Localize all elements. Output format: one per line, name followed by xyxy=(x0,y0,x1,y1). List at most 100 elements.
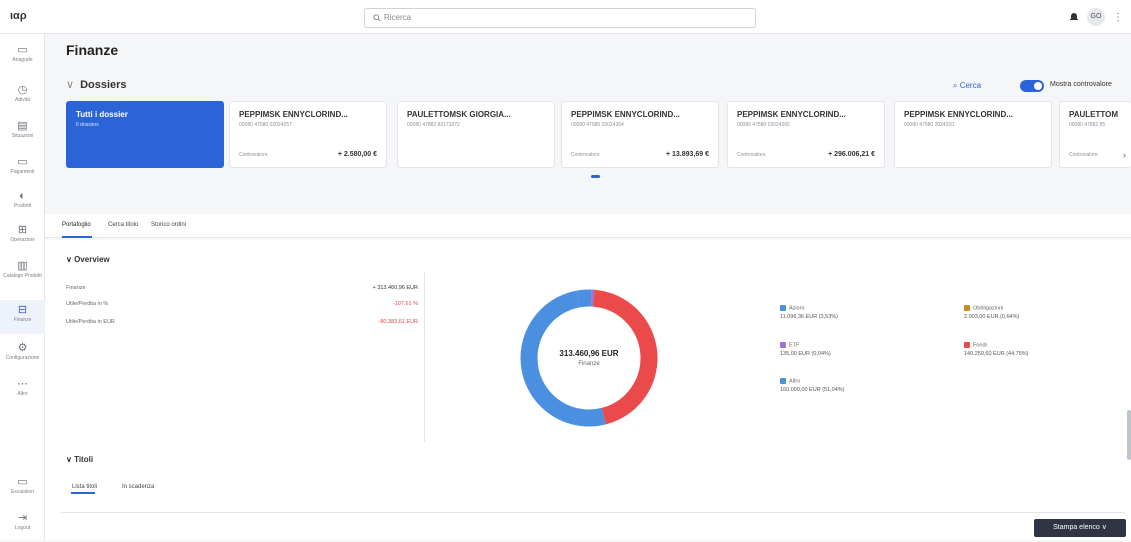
dossier-name: Tutti i dossier xyxy=(76,110,214,119)
overview-section-toggle[interactable]: ∨ Overview xyxy=(66,255,110,264)
active-subtab-indicator xyxy=(71,492,95,494)
controvalore-label: Controvalore xyxy=(737,152,766,158)
sidebar-item-finanze[interactable]: ⊟Finanze xyxy=(0,300,45,334)
controvalore-label: Controvalore xyxy=(1069,152,1098,158)
scrollbar[interactable] xyxy=(1127,410,1131,460)
dossier-name: PEPPIMSK ENNYCLORIND... xyxy=(904,110,1042,119)
legend-name: ETF xyxy=(789,342,799,348)
sidebar-item-label: Operazioni xyxy=(10,237,34,243)
chevron-down-icon: ∨ xyxy=(66,255,74,264)
sidebar-item-escalation[interactable]: ▭Escalation xyxy=(0,472,45,506)
sidebar-item-configurazione[interactable]: ⚙Configurazione xyxy=(0,338,45,372)
sidebar-item-prodotti[interactable]: ◐Prodotti xyxy=(0,186,45,220)
search-placeholder: Ricerca xyxy=(384,13,411,22)
cerca-button[interactable]: ⌕ Cerca xyxy=(953,81,981,91)
more-icon[interactable]: ⋮ xyxy=(1113,12,1123,23)
divider xyxy=(60,512,1125,513)
dossier-sub: 00080 47580 02024257 xyxy=(239,122,377,128)
chevron-right-icon[interactable]: › xyxy=(1123,150,1126,160)
sidebar-item-attivita[interactable]: ◷Attività xyxy=(0,80,45,114)
legend-value: 11.096,36 EUR (3,53%) xyxy=(780,314,838,320)
sidebar-item-label: Logout xyxy=(15,525,30,531)
app-logo[interactable]: ιαρ xyxy=(10,10,27,22)
chevron-down-icon: ∨ xyxy=(66,455,74,464)
search-input[interactable]: Ricerca xyxy=(364,8,756,28)
sidebar-item-operazioni[interactable]: ⊞Operazioni xyxy=(0,220,45,254)
cerca-label: Cerca xyxy=(960,81,981,90)
avatar[interactable]: GO xyxy=(1087,8,1105,26)
legend-value: 140.259,60 EUR (44,75%) xyxy=(964,351,1029,357)
dossier-card[interactable]: PEPPIMSK ENNYCLORIND... 00080 47580 2024… xyxy=(894,101,1052,168)
dossiers-section-toggle[interactable]: ∨Dossiers xyxy=(66,78,127,91)
sidebar-item-label: Attività xyxy=(15,97,30,103)
sidebar-item-catalogo[interactable]: ▥Catalogo Prodotti xyxy=(0,256,45,296)
sidebar: ▭Anagrafe ◷Attività ▤Situazioni ▭Pagamen… xyxy=(0,34,45,540)
controvalore-amount: + 13.893,69 € xyxy=(666,151,709,158)
dossier-name: PEPPIMSK ENNYCLORIND... xyxy=(737,110,875,119)
dossier-card[interactable]: PEPPIMSK ENNYCLORIND... 00080 47580 0202… xyxy=(727,101,885,168)
legend-name: Altro xyxy=(789,378,800,384)
divider xyxy=(424,272,425,442)
tab-lista-titoli[interactable]: Lista titoli xyxy=(72,484,97,490)
sidebar-item-label: Situazioni xyxy=(12,133,34,139)
legend-value: 160.000,00 EUR (51,04%) xyxy=(780,387,845,393)
sidebar-item-altro[interactable]: ⋯Altro xyxy=(0,374,45,408)
legend-item: Altro 160.000,00 EUR (51,04%) xyxy=(780,378,845,393)
finance-icon: ⊟ xyxy=(0,303,45,317)
tab-storico-ordini[interactable]: Storico ordini xyxy=(151,222,186,228)
dossier-card[interactable]: PAULETTOMSK GIORGIA... 00080 47882 83173… xyxy=(397,101,555,168)
sidebar-item-situazioni[interactable]: ▤Situazioni xyxy=(0,116,45,150)
clock-icon: ◷ xyxy=(0,83,45,97)
tab-portafoglio[interactable]: Portafoglio xyxy=(62,222,91,228)
dossier-sub: 00080 47580 2024310 xyxy=(904,122,1042,128)
dossier-name: PAULETTOMSK GIORGIA... xyxy=(407,110,545,119)
dossier-card[interactable]: Tutti i dossier 6 dossiers xyxy=(66,101,224,168)
top-bar: ιαρ Ricerca GO ⋮ xyxy=(0,0,1131,34)
sidebar-item-anagrafe[interactable]: ▭Anagrafe xyxy=(0,40,45,74)
list-icon: ▤ xyxy=(0,119,45,133)
legend-value: 135,00 EUR (0,04%) xyxy=(780,351,831,357)
sidebar-item-label: Prodotti xyxy=(14,203,31,209)
dossier-sub: 00080 47882 83173272 xyxy=(407,122,545,128)
titoli-section-toggle[interactable]: ∨ Titoli xyxy=(66,455,93,464)
dossier-card[interactable]: PAULETTOM 00080 47882 85 Controvalore xyxy=(1059,101,1131,168)
dossier-sub: 6 dossiers xyxy=(76,122,214,128)
product-icon: ◐ xyxy=(0,189,45,203)
stampa-elenco-button[interactable]: Stampa elenco ∨ xyxy=(1034,519,1126,537)
chevron-down-icon: ∨ xyxy=(1102,524,1107,531)
sidebar-item-logout[interactable]: ⇥Logout xyxy=(0,508,45,542)
mostra-controvalore-toggle[interactable] xyxy=(1020,80,1044,92)
carousel-indicator[interactable] xyxy=(591,175,600,178)
sidebar-item-label: Escalation xyxy=(11,489,34,495)
sidebar-item-label: Anagrafe xyxy=(12,57,32,63)
tab-cerca-titolo[interactable]: Cerca titolo xyxy=(108,222,138,228)
search-icon xyxy=(373,14,381,22)
legend-swatch xyxy=(780,342,786,348)
sidebar-item-label: Pagamenti xyxy=(11,169,35,175)
donut-center-label: Finanze xyxy=(540,361,638,367)
search-icon: ⌕ xyxy=(953,81,960,90)
sidebar-item-pagamenti[interactable]: ▭Pagamenti xyxy=(0,152,45,186)
legend-item: ETF 135,00 EUR (0,04%) xyxy=(780,342,831,357)
row-value: -107,61 % xyxy=(393,301,418,307)
legend-swatch xyxy=(964,342,970,348)
chevron-down-icon: ∨ xyxy=(66,79,74,91)
catalog-icon: ▥ xyxy=(0,259,45,273)
stampa-label: Stampa elenco xyxy=(1053,524,1100,531)
bell-icon[interactable] xyxy=(1069,12,1079,22)
dossier-sub: 00080 47882 85 xyxy=(1069,122,1122,128)
row-value: + 313.460,96 EUR xyxy=(373,285,418,291)
row-label: Utile/Perdita in % xyxy=(66,301,108,307)
dossier-name: PEPPIMSK ENNYCLORIND... xyxy=(571,110,709,119)
dossier-card[interactable]: PEPPIMSK ENNYCLORIND... 00080 47580 0202… xyxy=(561,101,719,168)
dossier-card[interactable]: PEPPIMSK ENNYCLORIND... 00080 47580 0202… xyxy=(229,101,387,168)
dossier-name: PAULETTOM xyxy=(1069,110,1122,119)
row-label: Finanze xyxy=(66,285,86,291)
legend-item: Obbligazioni2.003,00 EUR (0,64%) xyxy=(964,305,1019,320)
toggle-label: Mostra controvalore xyxy=(1050,81,1112,88)
overview-row: Utile/Perdita in EUR-80.383,61 EUR xyxy=(66,319,418,325)
dossier-sub: 00080 47580 02024264 xyxy=(571,122,709,128)
tab-in-scadenza[interactable]: In scadenza xyxy=(122,484,154,490)
legend-name: Obbligazioni xyxy=(973,305,1003,311)
titoli-heading: Titoli xyxy=(74,455,93,464)
